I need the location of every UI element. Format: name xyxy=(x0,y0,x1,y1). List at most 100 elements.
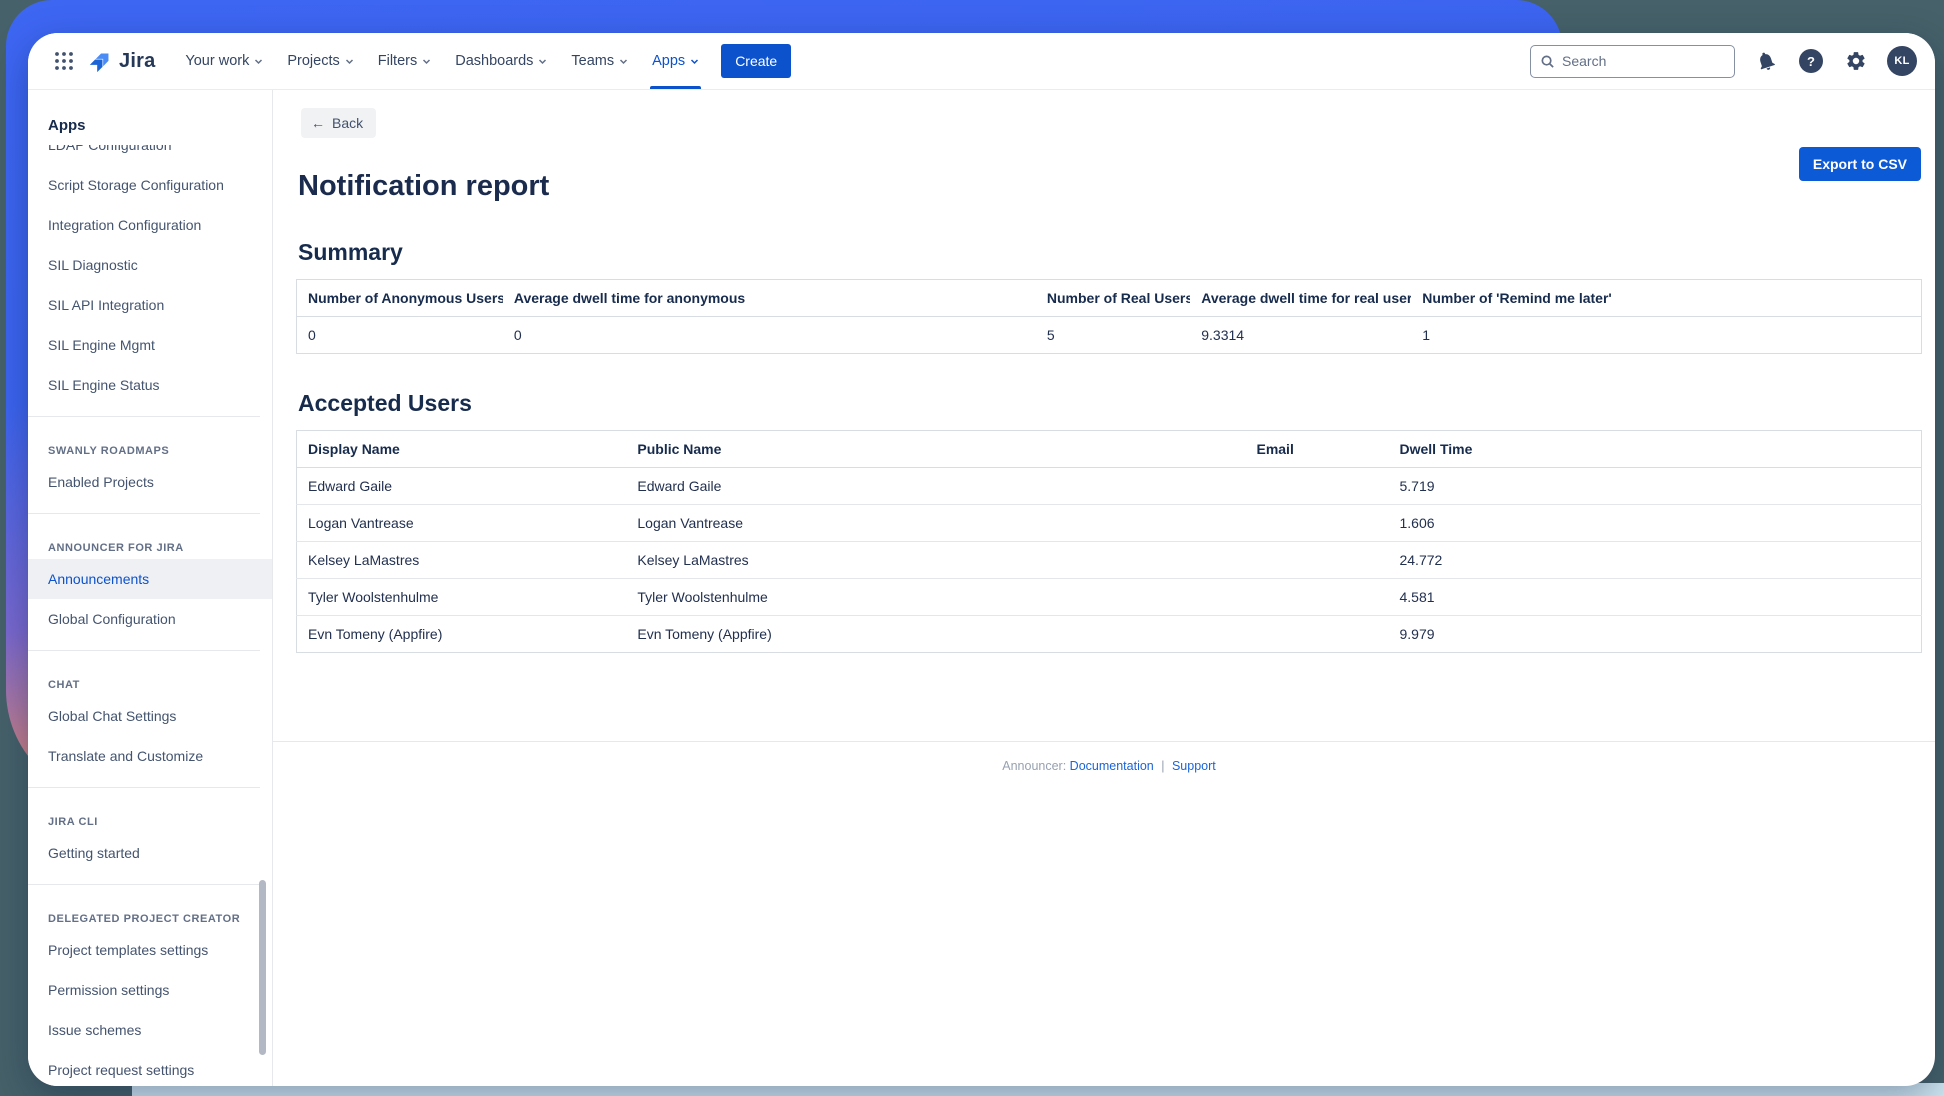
sidebar-item-sil-engine-mgmt[interactable]: SIL Engine Mgmt xyxy=(28,325,272,365)
cell-display-name: Tyler Woolstenhulme xyxy=(296,578,627,616)
sidebar-divider xyxy=(28,787,260,788)
nav-filters[interactable]: Filters xyxy=(366,33,443,89)
column-header: Display Name xyxy=(296,430,627,468)
content-footer-divider xyxy=(273,741,1935,742)
summary-table: Number of Anonymous Users Average dwell … xyxy=(296,279,1922,354)
table-row: Tyler Woolstenhulme Tyler Woolstenhulme … xyxy=(296,578,1922,616)
cell-public-name: Evn Tomeny (Appfire) xyxy=(626,615,1246,653)
cell-display-name: Evn Tomeny (Appfire) xyxy=(296,615,627,653)
app-switcher-button[interactable] xyxy=(48,45,80,77)
column-header: Number of Anonymous Users xyxy=(296,279,503,317)
sidebar-item-announcements[interactable]: Announcements xyxy=(28,559,272,599)
app-window: Jira Your work Projects Filters Dashboar… xyxy=(28,33,1935,1086)
export-to-csv-button[interactable]: Export to CSV xyxy=(1798,147,1921,181)
jira-logo-text: Jira xyxy=(119,49,156,72)
footer-prefix: Announcer: xyxy=(1002,759,1067,773)
cell-email xyxy=(1245,504,1389,542)
chevron-down-icon xyxy=(690,57,699,66)
app-grid-icon xyxy=(54,51,74,71)
cell-public-name: Kelsey LaMastres xyxy=(626,541,1246,579)
cell-dwell-time: 9.979 xyxy=(1388,615,1922,653)
nav-teams[interactable]: Teams xyxy=(559,33,640,89)
column-header: Average dwell time for real users xyxy=(1190,279,1412,317)
settings-button[interactable] xyxy=(1842,47,1870,75)
cell-email xyxy=(1245,578,1389,616)
sidebar-item-script-storage-configuration[interactable]: Script Storage Configuration xyxy=(28,165,272,205)
sidebar-item-enabled-projects[interactable]: Enabled Projects xyxy=(28,462,272,502)
summary-avg-dwell-real: 9.3314 xyxy=(1190,316,1412,354)
nav-projects[interactable]: Projects xyxy=(275,33,365,89)
help-icon: ? xyxy=(1799,49,1823,73)
cell-email xyxy=(1245,467,1389,505)
chevron-down-icon xyxy=(422,57,431,66)
sidebar-item-sil-engine-status[interactable]: SIL Engine Status xyxy=(28,365,272,405)
summary-values-row: 0 0 5 9.3314 1 xyxy=(296,316,1922,354)
sidebar-item-getting-started[interactable]: Getting started xyxy=(28,833,272,873)
chevron-down-icon xyxy=(345,57,354,66)
summary-avg-dwell-anonymous: 0 xyxy=(502,316,1036,354)
sidebar-item-project-templates-settings[interactable]: Project templates settings xyxy=(28,930,272,970)
help-button[interactable]: ? xyxy=(1797,47,1825,75)
sidebar-section-chat: CHAT xyxy=(48,679,80,691)
column-header: Dwell Time xyxy=(1388,430,1922,468)
main-content: ← Back Export to CSV Notification report… xyxy=(273,90,1935,1086)
accepted-users-header-row: Display Name Public Name Email Dwell Tim… xyxy=(296,430,1922,468)
sidebar-item-ldap-configuration[interactable]: LDAP Configuration xyxy=(28,145,272,165)
sidebar-section-jira-cli: JIRA CLI xyxy=(48,816,98,828)
page-title: Notification report xyxy=(298,170,550,202)
sidebar-item-global-configuration[interactable]: Global Configuration xyxy=(28,599,272,639)
sidebar-section-swanly-roadmaps: SWANLY ROADMAPS xyxy=(48,445,170,457)
notifications-button[interactable] xyxy=(1752,47,1780,75)
back-button[interactable]: ← Back xyxy=(301,108,377,138)
nav-your-work[interactable]: Your work xyxy=(173,33,275,89)
sidebar-item-sil-diagnostic[interactable]: SIL Diagnostic xyxy=(28,245,272,285)
cell-dwell-time: 1.606 xyxy=(1388,504,1922,542)
sidebar-section-announcer-for-jira: ANNOUNCER FOR JIRA xyxy=(48,542,184,554)
support-link[interactable]: Support xyxy=(1172,759,1216,773)
cell-display-name: Kelsey LaMastres xyxy=(296,541,627,579)
nav-dashboards[interactable]: Dashboards xyxy=(443,33,559,89)
documentation-link[interactable]: Documentation xyxy=(1070,759,1154,773)
sidebar-item-permission-settings[interactable]: Permission settings xyxy=(28,970,272,1010)
apps-sidebar: Apps LDAP Configuration Script Storage C… xyxy=(28,90,273,1086)
sidebar-scrollbar[interactable] xyxy=(259,880,266,1055)
column-header: Number of 'Remind me later' xyxy=(1411,279,1922,317)
cell-display-name: Edward Gaile xyxy=(296,467,627,505)
sidebar-item-issue-schemes[interactable]: Issue schemes xyxy=(28,1010,272,1050)
summary-remind-me-later: 1 xyxy=(1411,316,1922,354)
search-input[interactable] xyxy=(1562,53,1725,69)
table-row: Logan Vantrease Logan Vantrease 1.606 xyxy=(296,504,1922,542)
sidebar-divider xyxy=(28,650,260,651)
cell-email xyxy=(1245,541,1389,579)
bell-icon xyxy=(1752,47,1780,75)
accepted-users-table: Display Name Public Name Email Dwell Tim… xyxy=(296,430,1922,653)
column-header: Email xyxy=(1245,430,1389,468)
sidebar-divider xyxy=(28,884,260,885)
chevron-down-icon xyxy=(619,57,628,66)
cell-dwell-time: 5.719 xyxy=(1388,467,1922,505)
sidebar-section-delegated-project-creator: DELEGATED PROJECT CREATOR xyxy=(48,913,241,925)
accepted-users-heading: Accepted Users xyxy=(298,390,472,416)
summary-real-users: 5 xyxy=(1035,316,1191,354)
global-search[interactable] xyxy=(1530,44,1735,78)
jira-logo[interactable]: Jira xyxy=(88,49,155,74)
jira-logo-icon xyxy=(88,49,113,74)
cell-email xyxy=(1245,615,1389,653)
create-button[interactable]: Create xyxy=(721,44,792,78)
sidebar-item-sil-api-integration[interactable]: SIL API Integration xyxy=(28,285,272,325)
cell-public-name: Logan Vantrease xyxy=(626,504,1246,542)
sidebar-item-global-chat-settings[interactable]: Global Chat Settings xyxy=(28,696,272,736)
sidebar-item-project-request-settings[interactable]: Project request settings xyxy=(28,1050,272,1083)
sidebar-divider xyxy=(28,416,260,417)
primary-navigation: Your work Projects Filters Dashboards Te… xyxy=(173,33,711,89)
nav-apps[interactable]: Apps xyxy=(640,33,711,89)
cell-dwell-time: 24.772 xyxy=(1388,541,1922,579)
sidebar-scroll-area[interactable]: LDAP Configuration Script Storage Config… xyxy=(28,145,272,1083)
user-avatar[interactable]: KL xyxy=(1887,46,1917,76)
sidebar-item-translate-and-customize[interactable]: Translate and Customize xyxy=(28,736,272,776)
search-icon xyxy=(1540,54,1555,69)
sidebar-heading: Apps xyxy=(48,117,86,134)
gear-icon xyxy=(1845,50,1867,72)
sidebar-item-integration-configuration[interactable]: Integration Configuration xyxy=(28,205,272,245)
sidebar-divider xyxy=(28,513,260,514)
